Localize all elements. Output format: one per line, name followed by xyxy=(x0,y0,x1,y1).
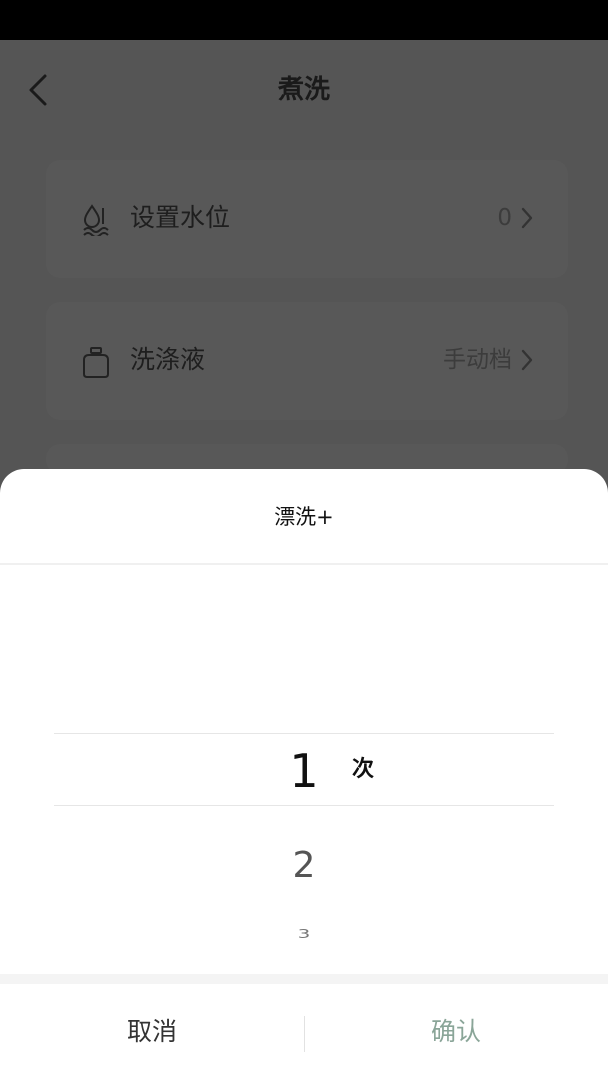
chevron-right-icon xyxy=(521,207,533,229)
picker-option[interactable]: 3 xyxy=(250,926,358,942)
picker-unit-label: 次 xyxy=(352,757,375,782)
app-header: 煮洗 xyxy=(0,40,608,140)
detergent-bottle-icon xyxy=(83,347,109,378)
confirm-button[interactable]: 确认 xyxy=(304,984,608,1080)
picker-option[interactable]: 2 xyxy=(250,841,358,891)
selection-line-bottom xyxy=(54,805,554,806)
rinse-count-picker[interactable]: 1 2 3 xyxy=(0,565,608,975)
setting-row-water-level[interactable]: 设置水位 0 xyxy=(46,160,568,278)
setting-row-detergent[interactable]: 洗涤液 手动档 xyxy=(46,302,568,420)
footer-divider xyxy=(0,974,608,984)
water-level-label: 设置水位 xyxy=(130,203,231,232)
water-level-icon xyxy=(83,204,109,236)
picker-option-selected[interactable]: 1 xyxy=(250,741,358,801)
cancel-button[interactable]: 取消 xyxy=(0,984,304,1080)
detergent-value: 手动档 xyxy=(443,347,512,373)
detergent-label: 洗涤液 xyxy=(130,345,206,374)
page-title: 煮洗 xyxy=(277,75,330,105)
status-bar xyxy=(0,0,608,40)
sheet-title: 漂洗+ xyxy=(274,505,334,529)
water-level-value: 0 xyxy=(497,205,512,231)
selection-line-top xyxy=(54,733,554,734)
chevron-right-icon xyxy=(521,349,533,371)
